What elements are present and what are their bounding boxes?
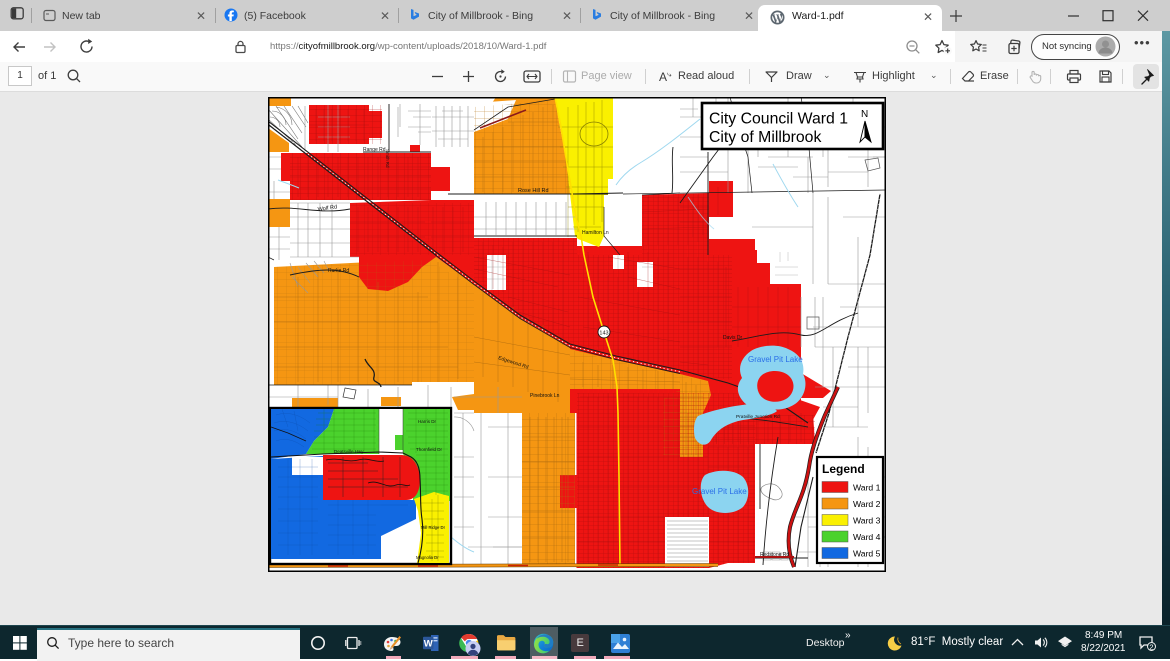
svg-text:N: N xyxy=(861,109,868,120)
svg-text:Ward 1: Ward 1 xyxy=(853,483,881,493)
svg-text:Redstone Rd: Redstone Rd xyxy=(760,552,789,558)
svg-text:Hamilton Ln: Hamilton Ln xyxy=(582,230,609,236)
svg-text:Thornfield Dr: Thornfield Dr xyxy=(416,447,443,452)
svg-text:City Council Ward 1: City Council Ward 1 xyxy=(709,111,848,128)
svg-text:143: 143 xyxy=(599,331,608,337)
svg-text:2: 2 xyxy=(1149,642,1153,651)
svg-text:City of Millbrook: City of Millbrook xyxy=(709,129,821,146)
svg-text:Gravel Pit Lake: Gravel Pit Lake xyxy=(692,487,747,496)
svg-text:Magnolia Dr: Magnolia Dr xyxy=(416,555,439,560)
svg-text:Mill Ridge Dr: Mill Ridge Dr xyxy=(421,525,446,530)
svg-text:Ward 4: Ward 4 xyxy=(853,532,881,542)
svg-text:Davis Dr: Davis Dr xyxy=(723,335,743,341)
svg-text:Rurke Rd: Rurke Rd xyxy=(328,268,349,274)
svg-text:Pratville Junction Rd: Pratville Junction Rd xyxy=(736,414,780,420)
svg-text:Smith Rd: Smith Rd xyxy=(385,149,390,168)
svg-text:Ward 5: Ward 5 xyxy=(853,549,881,559)
svg-text:Range Rd: Range Rd xyxy=(363,147,386,153)
svg-text:Deatsville Hwy: Deatsville Hwy xyxy=(334,449,364,454)
svg-text:Ward 3: Ward 3 xyxy=(853,516,881,526)
svg-text:Gravel Pit Lake: Gravel Pit Lake xyxy=(748,355,803,364)
svg-text:Ward 2: Ward 2 xyxy=(853,499,881,509)
svg-text:W: W xyxy=(424,639,433,650)
svg-text:Rose Hill Rd: Rose Hill Rd xyxy=(518,188,549,194)
svg-text:Legend: Legend xyxy=(822,462,865,476)
svg-text:Harris Dr: Harris Dr xyxy=(418,419,436,424)
svg-text:Pinebrook Ln: Pinebrook Ln xyxy=(530,393,560,399)
